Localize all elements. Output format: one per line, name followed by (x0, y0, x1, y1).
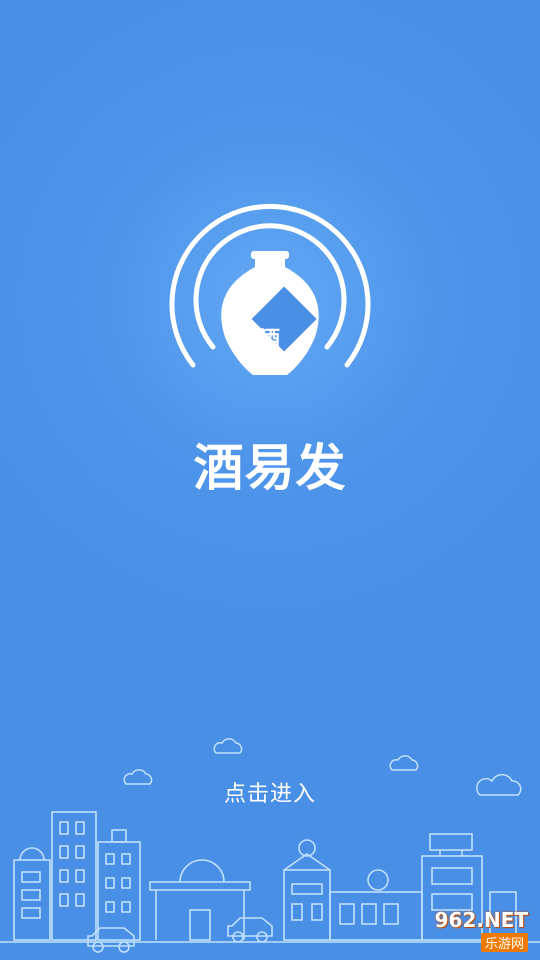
wine-bottle-logo-icon: 酒 (169, 203, 371, 375)
site-watermark: 962.NET 乐游网 (402, 906, 534, 954)
logo-badge-text: 酒 (260, 326, 280, 350)
app-logo: 酒 (165, 195, 375, 380)
app-title: 酒易发 (193, 439, 347, 497)
cloud-icon (389, 755, 419, 771)
watermark-site-text: 962.NET (434, 908, 528, 932)
cloud-icon (213, 738, 243, 754)
watermark-sub-text: 乐游网 (480, 933, 528, 952)
